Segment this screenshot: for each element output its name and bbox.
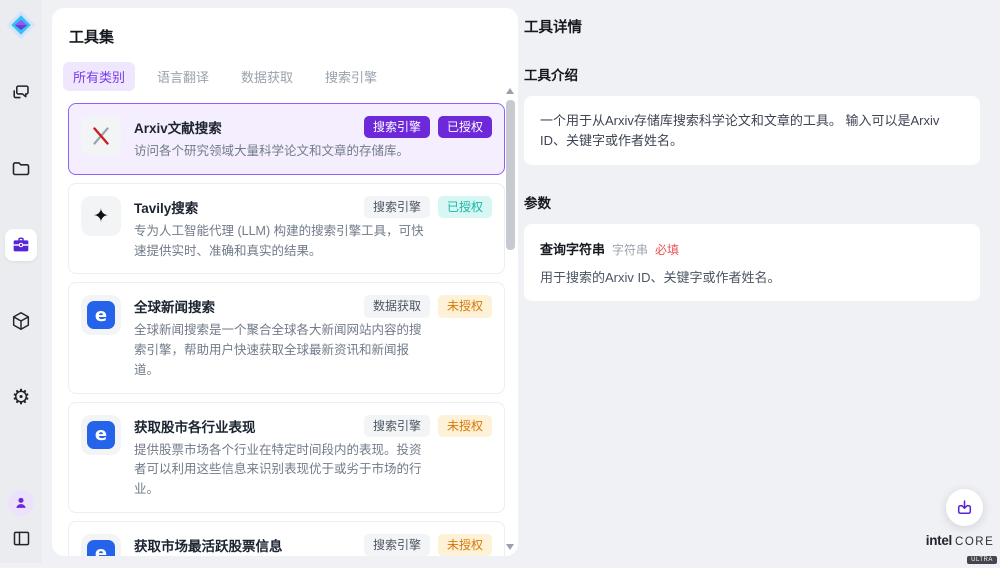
app-sidebar: ⚙ [0,0,42,563]
intro-card: 一个用于从Arxiv存储库搜索科学论文和文章的工具。 输入可以是Arxiv ID… [524,96,980,165]
category-tabs: 所有类别 语言翻译 数据获取 搜索引擎 [63,62,518,91]
nav-cube-icon[interactable] [5,305,37,337]
tool-item-global-news[interactable]: e 全球新闻搜索 全球新闻搜索是一个聚合全球各大新闻网站内容的搜索引擎，帮助用户… [68,282,505,393]
tool-list: Arxiv文献搜索 访问各个研究领域大量科学论文和文章的存储库。 搜索引擎 已授… [68,103,506,556]
gear-icon: ⚙ [12,387,31,408]
person-icon [12,494,30,512]
gem-diamond-icon [5,9,37,41]
detail-title: 工具详情 [524,16,980,37]
arxiv-logo-icon [81,116,121,156]
scroll-down-icon[interactable] [506,544,514,550]
list-scrollbar[interactable] [506,88,515,550]
intro-heading: 工具介绍 [524,64,980,84]
four-pointed-star-icon: ✦ [81,196,121,236]
tab-all-categories[interactable]: 所有类别 [63,62,135,91]
app-logo [5,9,37,41]
collapse-panel-icon[interactable] [11,528,32,549]
tool-description: 专为人工智能代理 (LLM) 构建的搜索引擎工具，可快速提供实时、准确和真实的结… [134,222,428,262]
tool-description: 访问各个研究领域大量科学论文和文章的存储库。 [134,142,428,162]
tool-detail-panel: 工具详情 工具介绍 一个用于从Arxiv存储库搜索科学论文和文章的工具。 输入可… [518,0,1000,563]
scroll-up-icon[interactable] [506,88,514,94]
brand-intel: intel [926,533,952,548]
tool-item-most-active-stocks[interactable]: e 获取市场最活跃股票信息 提供当天交易量最高的股票列表，投资者可以利用这些信息… [68,521,505,556]
blue-e-logo-icon: e [81,295,121,335]
parameter-card: 查询字符串 字符串 必填 用于搜索的Arxiv ID、关键字或作者姓名。 [524,224,980,301]
scrollbar-thumb[interactable] [506,100,515,250]
param-name: 查询字符串 [540,239,605,258]
auth-status-badge: 未授权 [438,295,492,317]
user-avatar[interactable] [8,490,34,516]
category-badge: 搜索引擎 [364,415,430,437]
blue-e-logo-icon: e [81,415,121,455]
tab-data-fetch[interactable]: 数据获取 [231,62,303,91]
tool-list-panel: 工具集 所有类别 语言翻译 数据获取 搜索引擎 Arxiv文献搜索 访问各个研究… [52,8,518,556]
download-icon [955,498,974,517]
auth-status-badge: 已授权 [438,116,492,138]
param-required-flag: 必填 [655,241,679,258]
nav-toolbox-icon[interactable] [5,229,37,261]
page-title: 工具集 [69,26,518,47]
param-type: 字符串 [612,241,648,258]
param-description: 用于搜索的Arxiv ID、关键字或作者姓名。 [540,267,964,286]
category-badge: 搜索引擎 [364,196,430,218]
auth-status-badge: 未授权 [438,415,492,437]
brand-core: core [955,536,994,548]
tab-language-translation[interactable]: 语言翻译 [147,62,219,91]
category-badge: 搜索引擎 [364,534,430,556]
nav-chat-icon[interactable] [5,77,37,109]
blue-e-logo-icon: e [81,534,121,556]
tool-item-sector-performance[interactable]: e 获取股市各行业表现 提供股票市场各个行业在特定时间段内的表现。投资者可以利用… [68,402,505,513]
tool-description: 全球新闻搜索是一个聚合全球各大新闻网站内容的搜索引擎，帮助用户快速获取全球最新资… [134,321,428,380]
download-button[interactable] [946,489,983,526]
sidebar-bottom [0,490,42,549]
auth-status-badge: 未授权 [438,534,492,556]
tool-item-tavily[interactable]: ✦ Tavily搜索 专为人工智能代理 (LLM) 构建的搜索引擎工具，可快速提… [68,183,505,275]
auth-status-badge: 已授权 [438,196,492,218]
nav-settings-icon[interactable]: ⚙ [5,381,37,413]
params-heading: 参数 [524,192,980,212]
tool-description: 提供股票市场各个行业在特定时间段内的表现。投资者可以利用这些信息来识别表现优于或… [134,441,428,500]
category-badge: 数据获取 [364,295,430,317]
category-badge: 搜索引擎 [364,116,430,138]
nav-folder-icon[interactable] [5,153,37,185]
tool-item-arxiv[interactable]: Arxiv文献搜索 访问各个研究领域大量科学论文和文章的存储库。 搜索引擎 已授… [68,103,505,175]
tab-search-engine[interactable]: 搜索引擎 [315,62,387,91]
intro-text: 一个用于从Arxiv存储库搜索科学论文和文章的工具。 输入可以是Arxiv ID… [540,111,964,150]
sidebar-nav: ⚙ [5,77,37,413]
